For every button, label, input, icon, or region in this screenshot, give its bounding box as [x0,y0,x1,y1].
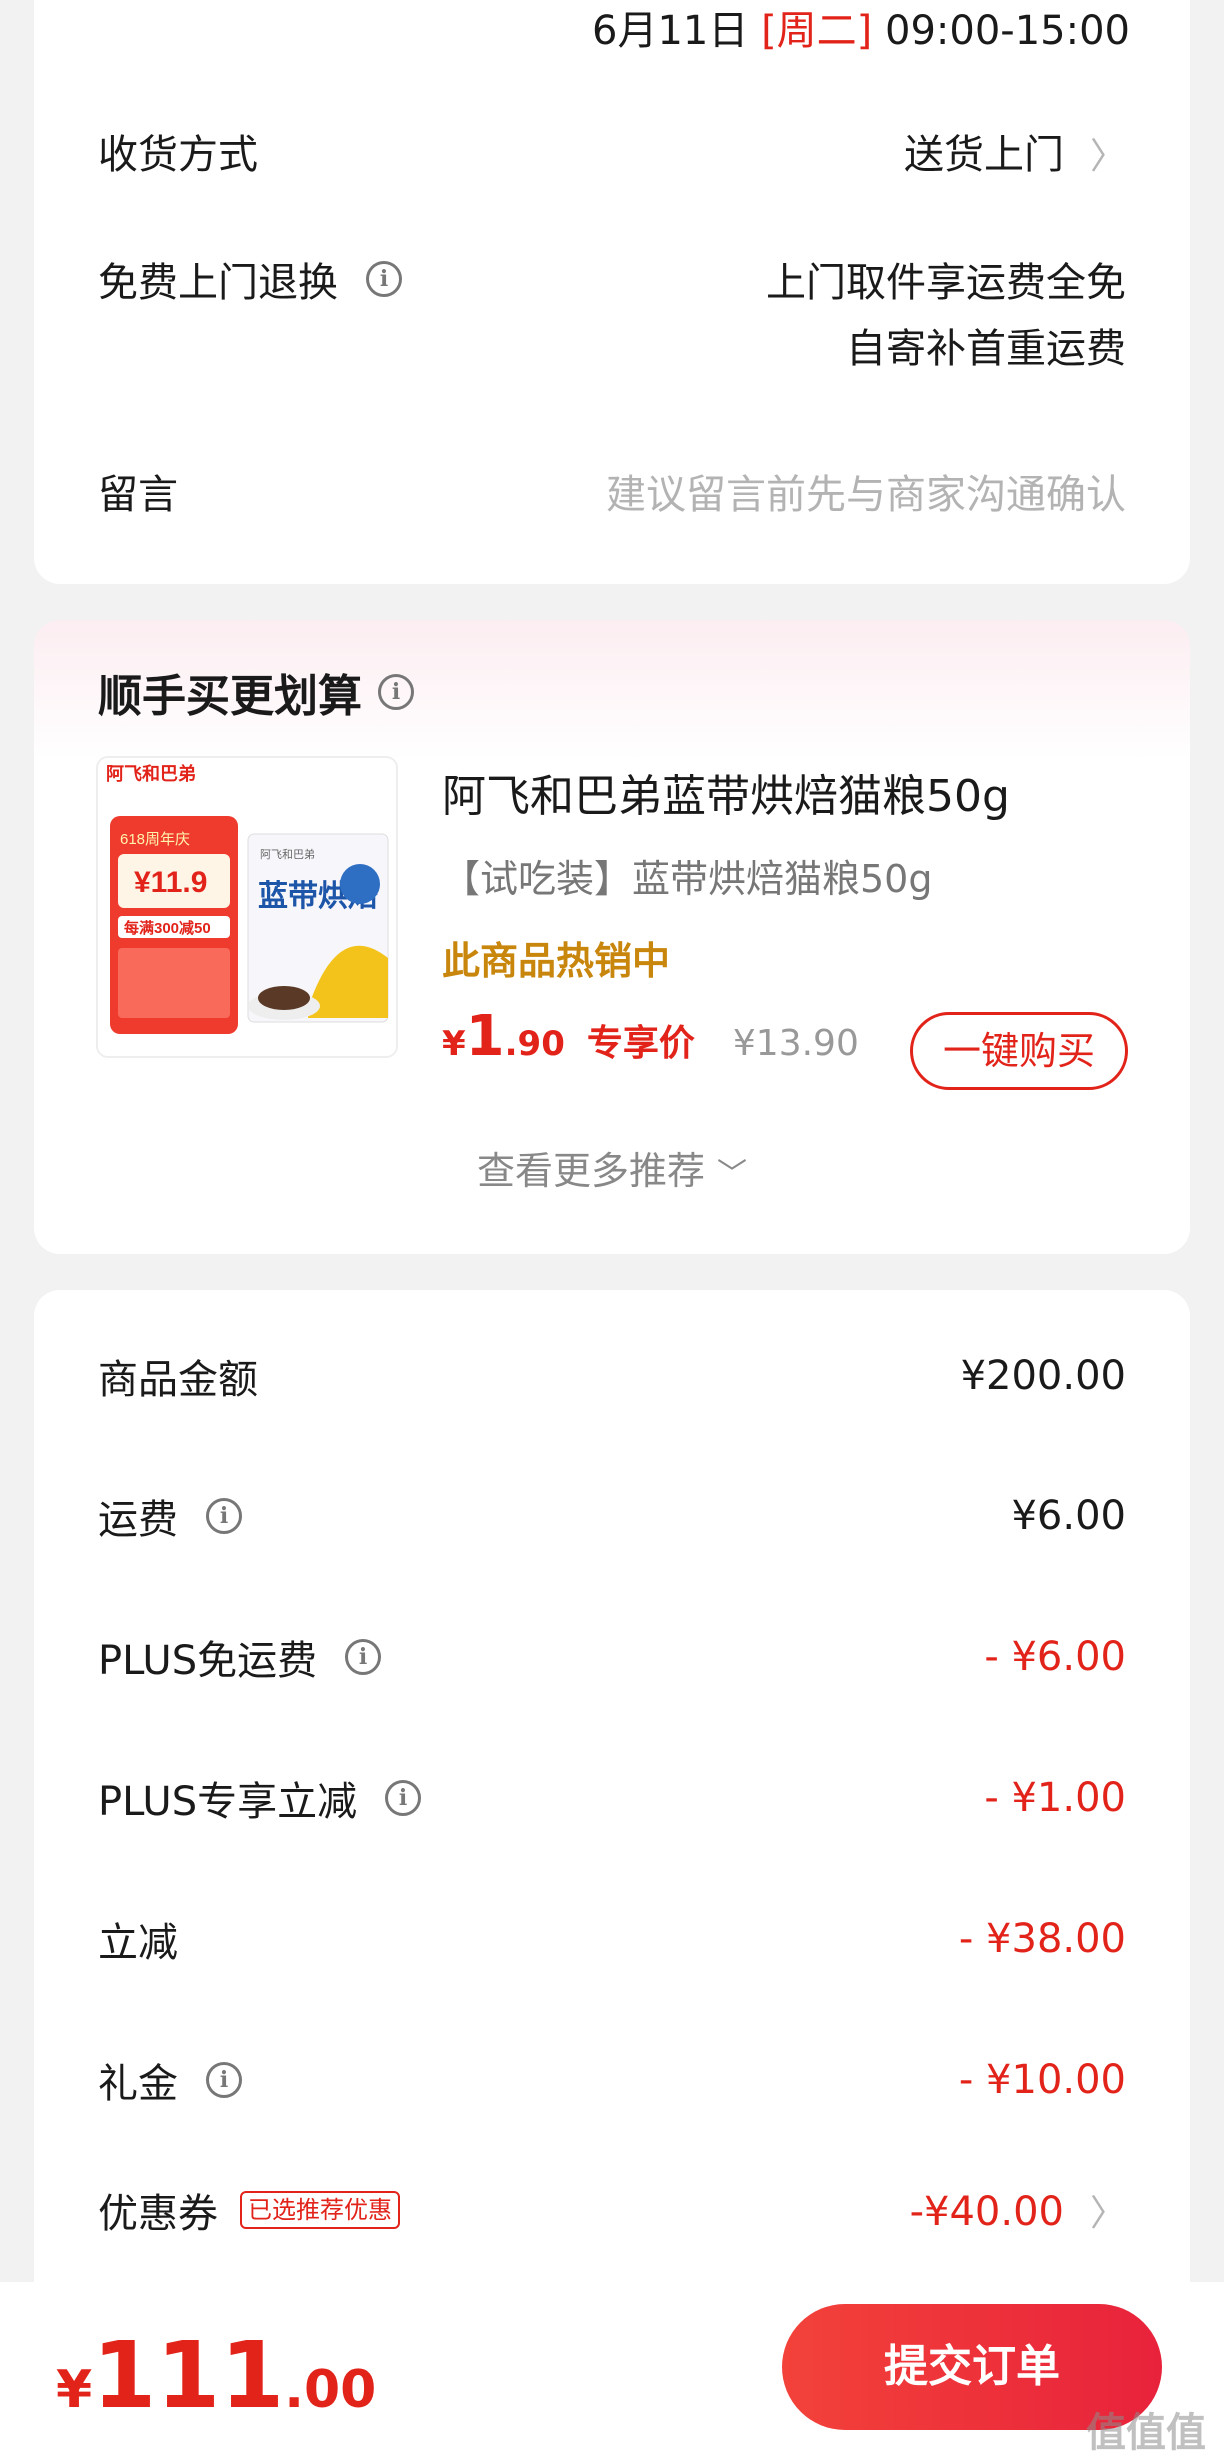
shipping-method-value: 送货上门 [903,132,1064,178]
watermark: 值值值 [1086,2410,1206,2452]
goods-amount-value: ¥200.00 [960,1353,1126,1399]
shipping-method-value-wrap: 送货上门〉 [904,122,1126,180]
instant-discount-value: - ¥38.00 [958,1916,1126,1962]
summary-row-coupon[interactable]: 优惠券 已选推荐优惠 -¥40.00 〉 [98,2180,1126,2240]
product-image: 阿飞和巴弟 618周年庆 ¥11.9 每满300减50 阿飞和巴弟 蓝带烘焙 [98,758,396,1056]
shipping-method-row[interactable]: 收货方式 送货上门〉 [98,120,1126,182]
plus-discount-value: - ¥1.00 [984,1775,1126,1821]
addon-title-wrap: 顺手买更划算 i [98,660,414,724]
total-integer: 111 [92,2322,285,2429]
gift-money-value: - ¥10.00 [958,2057,1126,2103]
summary-row-plus-discount: PLUS专享立减 i - ¥1.00 [98,1768,1126,1828]
message-label: 留言 [98,472,178,518]
summary-row-goods: 商品金额 ¥200.00 [98,1346,1126,1406]
product-spec: 【试吃装】蓝带烘焙猫粮50g [442,857,933,901]
thumb-brand: 阿飞和巴弟 [106,763,196,784]
original-price: ¥13.90 [732,1023,859,1064]
thumb-deal-price: ¥11.9 [134,866,207,899]
message-row[interactable]: 留言 建议留言前先与商家沟通确认 [98,460,1126,522]
chevron-right-icon: 〉 [1089,136,1126,177]
price-integer: 1 [465,1004,505,1069]
thumb-event: 618周年庆 [120,831,190,848]
plus-discount-label: PLUS专享立减 [98,1779,358,1825]
gift-money-label-wrap: 礼金 i [98,2051,242,2109]
free-return-value: 上门取件享运费全免 自寄补首重运费 [766,250,1126,382]
see-more-recommendations[interactable]: 查看更多推荐 ﹀ [34,1140,1190,1195]
total-decimal: .00 [284,2360,377,2420]
delivery-date: 6月11日 [592,8,749,54]
info-circle-icon[interactable]: i [366,261,402,297]
coupon-label-wrap: 优惠券 已选推荐优惠 [98,2181,400,2239]
plus-discount-label-wrap: PLUS专享立减 i [98,1769,422,1827]
price-currency: ¥ [442,1024,466,1064]
summary-row-instant-discount: 立减 - ¥38.00 [98,1909,1126,1969]
product-price: ¥ 1 .90 专享价 ¥13.90 [442,1004,859,1069]
summary-row-shipping-fee: 运费 i ¥6.00 [98,1486,1126,1546]
free-return-line1: 上门取件享运费全免 [766,260,1126,306]
info-circle-icon[interactable]: i [345,1639,382,1675]
delivery-time-range: 09:00-15:00 [885,8,1130,54]
shipping-fee-label-wrap: 运费 i [98,1487,242,1545]
info-circle-icon[interactable]: i [206,2062,242,2098]
shipping-fee-label: 运费 [98,1497,178,1543]
plus-free-shipping-label: PLUS免运费 [98,1638,318,1684]
coupon-value-wrap: -¥40.00 〉 [910,2184,1126,2236]
message-input[interactable]: 建议留言前先与商家沟通确认 [606,462,1126,520]
plus-free-shipping-value: - ¥6.00 [984,1634,1126,1680]
free-return-line2: 自寄补首重运费 [846,326,1126,372]
coupon-label: 优惠券 [98,2191,218,2237]
addon-card: 顺手买更划算 i 阿飞和巴弟 618周年庆 ¥11.9 每满300减50 阿飞和… [34,620,1190,1254]
delivery-time[interactable]: 6月11日 [周二] 09:00-15:00 [592,0,1130,62]
shipping-method-label: 收货方式 [98,132,258,178]
instant-discount-label: 立减 [98,1920,178,1966]
addon-title: 顺手买更划算 [98,671,362,722]
thumb-pack-brand: 阿飞和巴弟 [260,848,315,861]
total-currency: ¥ [56,2360,93,2420]
delivery-card: 6月11日 [周二] 09:00-15:00 收货方式 送货上门〉 免费上门退换… [34,0,1190,584]
plus-free-shipping-label-wrap: PLUS免运费 i [98,1628,382,1686]
order-total: ¥ 111 .00 [56,2322,376,2429]
chevron-right-icon: 〉 [1089,2193,1126,2234]
product-hot-label: 此商品热销中 [442,939,671,983]
info-circle-icon[interactable]: i [385,1780,422,1816]
free-return-label-wrap: 免费上门退换 i [98,250,402,308]
coupon-selected-tag: 已选推荐优惠 [240,2191,400,2229]
see-more-label: 查看更多推荐 [476,1149,705,1193]
delivery-weekday: [周二] [761,8,873,54]
product-thumbnail[interactable]: 阿飞和巴弟 618周年庆 ¥11.9 每满300减50 阿飞和巴弟 蓝带烘焙 [96,756,398,1058]
summary-row-plus-free-shipping: PLUS免运费 i - ¥6.00 [98,1627,1126,1687]
free-return-row: 免费上门退换 i 上门取件享运费全免 自寄补首重运费 [98,250,1126,382]
summary-row-gift-money: 礼金 i - ¥10.00 [98,2050,1126,2110]
thumb-promo: 每满300减50 [124,919,211,937]
checkout-bar: ¥ 111 .00 提交订单 [0,2282,1224,2452]
info-circle-icon[interactable]: i [378,674,414,710]
one-click-buy-button[interactable]: 一键购买 [910,1012,1128,1090]
shipping-fee-value: ¥6.00 [1011,1493,1126,1539]
price-summary-card: 商品金额 ¥200.00 运费 i ¥6.00 PLUS免运费 i - ¥6.00 … [34,1290,1190,2452]
chevron-down-icon: ﹀ [717,1157,748,1192]
coupon-value: -¥40.00 [909,2189,1064,2235]
info-circle-icon[interactable]: i [206,1498,242,1534]
price-decimal: .90 [504,1024,565,1064]
product-name[interactable]: 阿飞和巴弟蓝带烘焙猫粮50g [442,760,1010,824]
goods-amount-label: 商品金额 [98,1357,258,1403]
free-return-label: 免费上门退换 [98,260,338,306]
gift-money-label: 礼金 [98,2061,178,2107]
price-tag: 专享价 [586,1023,695,1064]
